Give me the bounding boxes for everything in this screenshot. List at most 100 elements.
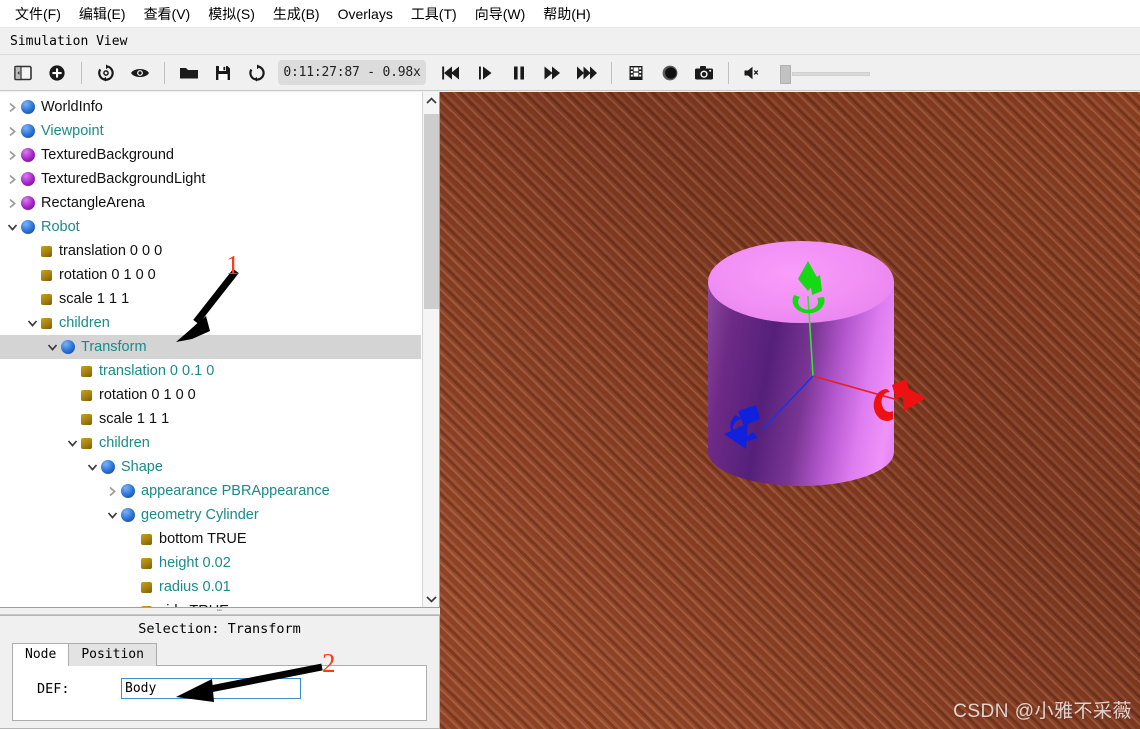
tab-node[interactable]: Node bbox=[12, 643, 70, 666]
selection-title: Selection: Transform bbox=[138, 621, 301, 637]
tree-node-translation-11[interactable]: translation 0 0.1 0 bbox=[0, 359, 421, 383]
record-icon[interactable] bbox=[653, 58, 687, 88]
screenshot-icon[interactable] bbox=[687, 58, 721, 88]
menu-wizard[interactable]: 向导(W) bbox=[466, 1, 535, 27]
tree-node-children-9[interactable]: children bbox=[0, 311, 421, 335]
def-input[interactable] bbox=[121, 678, 301, 699]
scene-tree-scrollbar[interactable] bbox=[422, 92, 439, 607]
left-panel: WorldInfo Viewpoint TexturedBackground Text… bbox=[0, 92, 440, 729]
tree-node-viewpoint-1[interactable]: Viewpoint bbox=[0, 119, 421, 143]
tree-node-label: translation 0 0.1 0 bbox=[99, 363, 215, 379]
chevron-right-icon[interactable] bbox=[4, 150, 21, 161]
node-sphere-blue-icon bbox=[21, 124, 35, 138]
scene-tree[interactable]: WorldInfo Viewpoint TexturedBackground Text… bbox=[0, 92, 421, 607]
field-icon bbox=[41, 293, 52, 305]
tree-node-texturedbackgroundlight-3[interactable]: TexturedBackgroundLight bbox=[0, 167, 421, 191]
node-sphere-purple-icon bbox=[21, 196, 35, 210]
tree-node-rotation-7[interactable]: rotation 0 1 0 0 bbox=[0, 263, 421, 287]
add-node-icon[interactable] bbox=[40, 58, 74, 88]
tab-position[interactable]: Position bbox=[68, 643, 157, 666]
menu-bar: 文件(F) 编辑(E) 查看(V) 模拟(S) 生成(B) Overlays 工… bbox=[0, 0, 1140, 28]
transform-gizmo[interactable] bbox=[690, 233, 950, 513]
sidebar-toggle-icon[interactable] bbox=[6, 58, 40, 88]
cylinder-object[interactable] bbox=[708, 241, 926, 521]
chevron-down-icon[interactable] bbox=[64, 439, 81, 448]
tree-node-translation-6[interactable]: translation 0 0 0 bbox=[0, 239, 421, 263]
tree-node-height-19[interactable]: height 0.02 bbox=[0, 551, 421, 575]
reload-world-icon[interactable] bbox=[89, 58, 123, 88]
fast-forward-icon[interactable] bbox=[570, 58, 604, 88]
scroll-down-arrow-icon[interactable] bbox=[423, 590, 439, 607]
scroll-up-arrow-icon[interactable] bbox=[423, 92, 439, 109]
tree-node-rectanglearena-4[interactable]: RectangleArena bbox=[0, 191, 421, 215]
tree-node-transform-10[interactable]: Transform bbox=[0, 335, 421, 359]
field-icon bbox=[81, 437, 92, 449]
view-icon[interactable] bbox=[123, 58, 157, 88]
menu-file[interactable]: 文件(F) bbox=[6, 1, 70, 27]
tree-node-robot-5[interactable]: Robot bbox=[0, 215, 421, 239]
rewind-icon[interactable] bbox=[434, 58, 468, 88]
tree-node-shape-15[interactable]: Shape bbox=[0, 455, 421, 479]
menu-view[interactable]: 查看(V) bbox=[135, 1, 200, 27]
tree-node-children-14[interactable]: children bbox=[0, 431, 421, 455]
tree-node-label: Robot bbox=[41, 219, 80, 235]
tree-node-scale-13[interactable]: scale 1 1 1 bbox=[0, 407, 421, 431]
field-icon bbox=[81, 389, 92, 401]
node-sphere-blue-icon bbox=[61, 340, 75, 354]
volume-slider[interactable] bbox=[780, 61, 870, 85]
tree-node-label: appearance PBRAppearance bbox=[141, 483, 330, 499]
tree-node-label: scale 1 1 1 bbox=[59, 291, 130, 307]
step-icon[interactable] bbox=[468, 58, 502, 88]
tree-node-label: RectangleArena bbox=[41, 195, 145, 211]
main-area: WorldInfo Viewpoint TexturedBackground Text… bbox=[0, 92, 1140, 729]
scrollbar-thumb[interactable] bbox=[424, 114, 439, 309]
pause-icon[interactable] bbox=[502, 58, 536, 88]
make-movie-icon[interactable] bbox=[619, 58, 653, 88]
chevron-right-icon[interactable] bbox=[4, 102, 21, 113]
tree-node-geometry-17[interactable]: geometry Cylinder bbox=[0, 503, 421, 527]
tree-node-radius-20[interactable]: radius 0.01 bbox=[0, 575, 421, 599]
chevron-down-icon[interactable] bbox=[44, 343, 61, 352]
tree-node-appearance-16[interactable]: appearance PBRAppearance bbox=[0, 479, 421, 503]
chevron-down-icon[interactable] bbox=[104, 511, 121, 520]
tree-node-worldinfo-0[interactable]: WorldInfo bbox=[0, 95, 421, 119]
chevron-down-icon[interactable] bbox=[84, 463, 101, 472]
field-icon bbox=[141, 557, 152, 569]
chevron-right-icon[interactable] bbox=[4, 126, 21, 137]
tree-node-scale-8[interactable]: scale 1 1 1 bbox=[0, 287, 421, 311]
sound-mute-icon[interactable] bbox=[736, 58, 770, 88]
panel-splitter[interactable]: ⋯ bbox=[0, 606, 440, 616]
open-world-icon[interactable] bbox=[172, 58, 206, 88]
volume-slider-handle[interactable] bbox=[780, 64, 791, 84]
menu-tools[interactable]: 工具(T) bbox=[402, 1, 466, 27]
chevron-right-icon[interactable] bbox=[4, 198, 21, 209]
play-icon[interactable] bbox=[536, 58, 570, 88]
tree-node-label: Shape bbox=[121, 459, 163, 475]
tree-node-bottom-18[interactable]: bottom TRUE bbox=[0, 527, 421, 551]
tree-node-rotation-12[interactable]: rotation 0 1 0 0 bbox=[0, 383, 421, 407]
menu-build[interactable]: 生成(B) bbox=[264, 1, 329, 27]
chevron-down-icon[interactable] bbox=[4, 223, 21, 232]
field-icon bbox=[141, 533, 152, 545]
field-icon bbox=[81, 365, 92, 377]
simulation-time-display[interactable]: 0:11:27:87 - 0.98x bbox=[278, 60, 426, 85]
save-world-icon[interactable] bbox=[206, 58, 240, 88]
chevron-down-icon[interactable] bbox=[24, 319, 41, 328]
menu-simulation[interactable]: 模拟(S) bbox=[199, 1, 264, 27]
3d-viewport[interactable]: CSDN @小雅不采薇 bbox=[440, 92, 1140, 729]
tree-node-texturedbackground-2[interactable]: TexturedBackground bbox=[0, 143, 421, 167]
reset-simulation-icon[interactable] bbox=[240, 58, 274, 88]
gizmo-x-axis-red-handle[interactable] bbox=[873, 379, 926, 421]
node-sphere-purple-icon bbox=[21, 172, 35, 186]
menu-edit[interactable]: 编辑(E) bbox=[70, 1, 135, 27]
gizmo-z-axis-blue-handle[interactable] bbox=[724, 405, 760, 449]
tree-node-label: radius 0.01 bbox=[159, 579, 231, 595]
tree-node-side-21[interactable]: side TRUE bbox=[0, 599, 421, 607]
chevron-right-icon[interactable] bbox=[4, 174, 21, 185]
menu-help[interactable]: 帮助(H) bbox=[534, 1, 599, 27]
chevron-right-icon[interactable] bbox=[104, 486, 121, 497]
toolbar-separator-2 bbox=[164, 61, 165, 84]
menu-overlays[interactable]: Overlays bbox=[329, 3, 402, 25]
tree-node-label: rotation 0 1 0 0 bbox=[59, 267, 156, 283]
splitter-grip-icon: ⋯ bbox=[216, 606, 224, 616]
